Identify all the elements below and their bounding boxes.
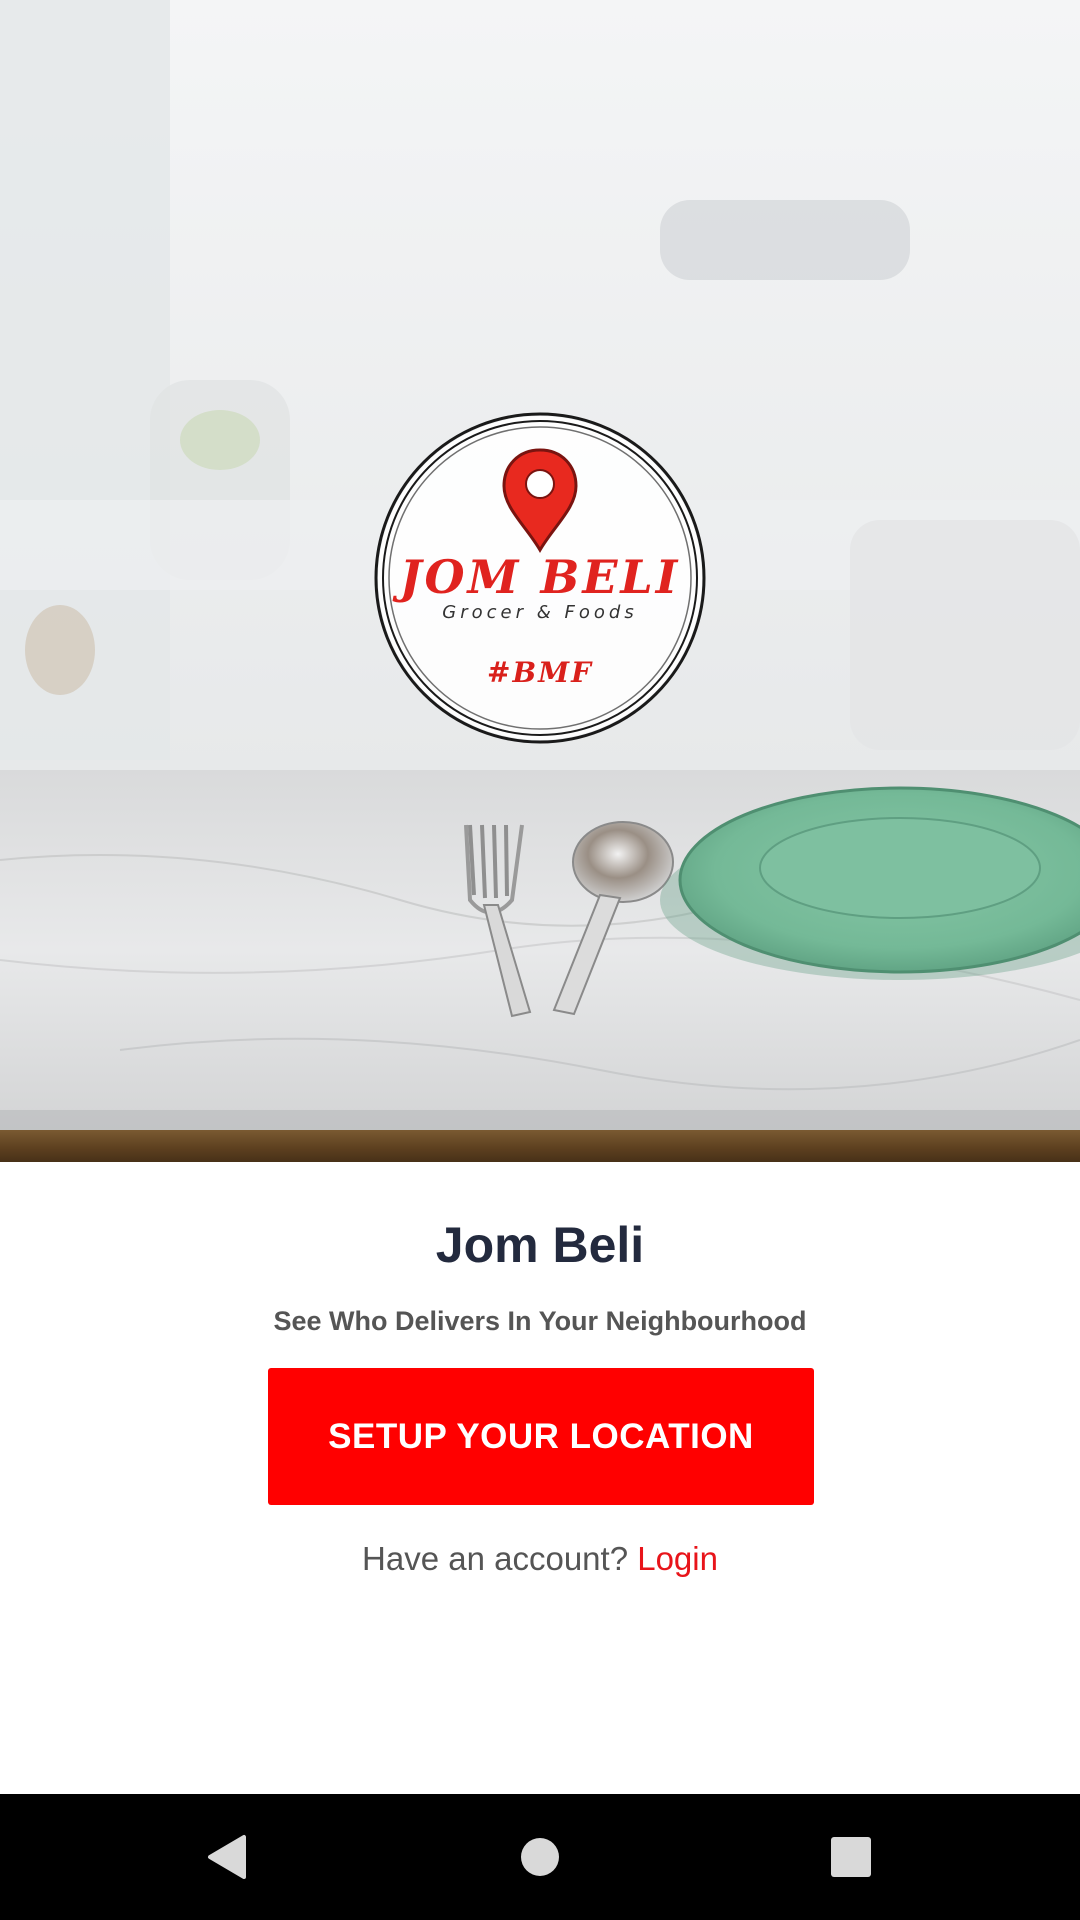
home-circle-icon — [521, 1838, 559, 1876]
app-title: Jom Beli — [435, 1217, 645, 1273]
logo-hashtag: #BMF — [487, 656, 593, 689]
logo-title: JOM BELI — [399, 550, 681, 604]
back-triangle-icon — [208, 1835, 246, 1879]
login-prompt-text: Have an account? — [362, 1540, 629, 1577]
login-prompt-row: Have an account? Login — [0, 1540, 1080, 1578]
welcome-screen: JOM BELI Grocer & Foods #BMF Jom Beli Se… — [0, 0, 1080, 1920]
logo-subtitle: Grocer & Foods — [442, 602, 638, 623]
system-navigation-bar — [0, 1794, 1080, 1920]
nav-recents-button[interactable] — [791, 1794, 911, 1920]
recents-square-icon — [831, 1837, 871, 1877]
nav-back-button[interactable] — [166, 1794, 286, 1920]
jom-beli-logo: JOM BELI Grocer & Foods #BMF — [372, 410, 708, 746]
hero-image: JOM BELI Grocer & Foods #BMF — [0, 0, 1080, 1168]
nav-home-button[interactable] — [480, 1794, 600, 1920]
tagline: See Who Delivers In Your Neighbourhood — [273, 1306, 807, 1336]
setup-location-button[interactable]: SETUP YOUR LOCATION — [268, 1368, 814, 1505]
location-pin-icon — [502, 448, 578, 553]
login-link[interactable]: Login — [637, 1540, 718, 1577]
